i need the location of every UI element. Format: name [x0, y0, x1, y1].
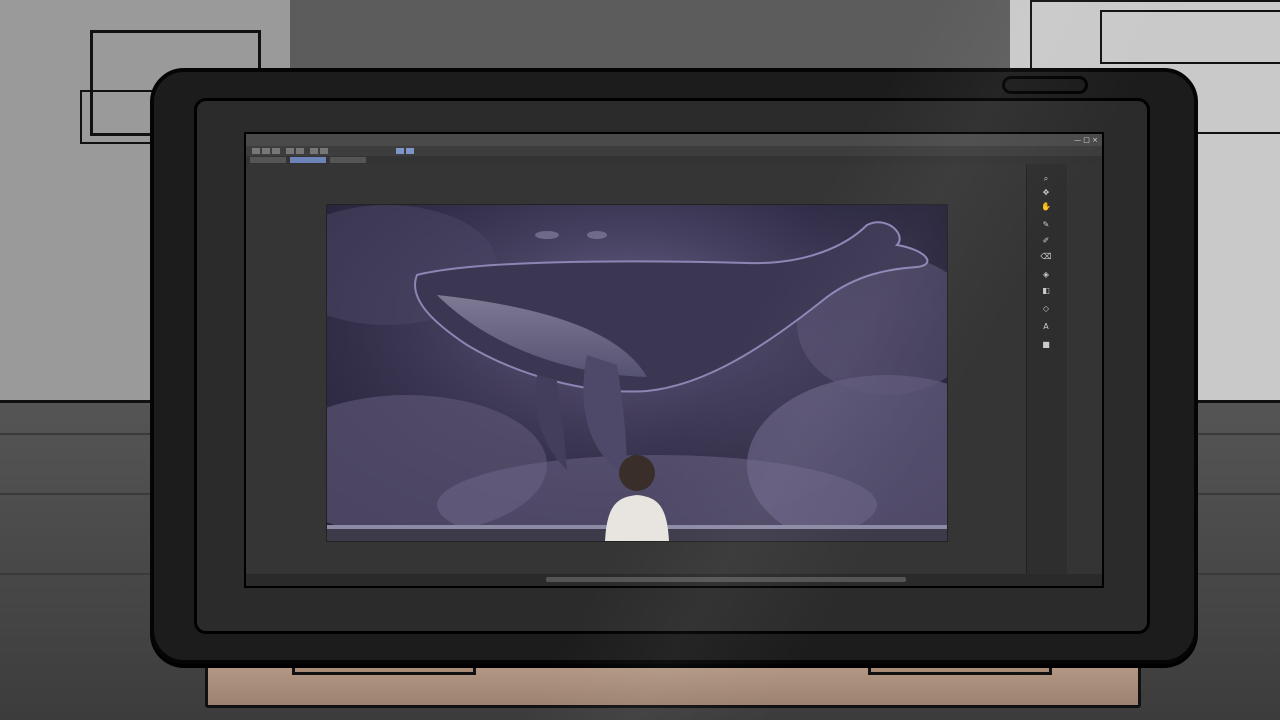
eraser-icon[interactable]: ⌫	[1039, 252, 1053, 262]
transform-icon[interactable]	[320, 148, 328, 154]
brush-icon[interactable]: ✐	[1039, 236, 1053, 246]
window-frame	[290, 0, 1010, 73]
document-tab-strip	[246, 156, 1102, 164]
document-tab-active[interactable]	[290, 157, 326, 163]
pen-display-tablet: — □ × ⌕ ✥ ✋ ✎ ✐ ⌫ ◈ ◧ ◇ A ■	[150, 68, 1198, 664]
app-window: — □ × ⌕ ✥ ✋ ✎ ✐ ⌫ ◈ ◧ ◇ A ■	[244, 132, 1104, 588]
whale-shadow-eye	[587, 231, 607, 239]
title-bar: — □ ×	[246, 134, 1102, 146]
window-controls[interactable]: — □ ×	[1074, 134, 1098, 146]
snap-icon[interactable]	[406, 148, 414, 154]
artwork-canvas[interactable]	[326, 204, 948, 542]
hand-icon[interactable]: ✋	[1039, 202, 1053, 212]
text-icon[interactable]: A	[1039, 322, 1053, 332]
clear-icon[interactable]	[310, 148, 318, 154]
selection-icon[interactable]	[396, 148, 404, 154]
horizontal-scrollbar[interactable]	[546, 577, 906, 582]
child-head	[619, 455, 655, 491]
color-swatch-icon[interactable]: ■	[1039, 340, 1053, 350]
scene: — □ × ⌕ ✥ ✋ ✎ ✐ ⌫ ◈ ◧ ◇ A ■	[0, 0, 1280, 720]
pen-icon[interactable]: ✎	[1039, 220, 1053, 230]
whale-illustration	[327, 205, 947, 541]
whale-shadow-eye	[535, 231, 559, 239]
document-tab[interactable]	[250, 157, 286, 163]
undo-icon[interactable]	[286, 148, 294, 154]
tool-palette: ⌕ ✥ ✋ ✎ ✐ ⌫ ◈ ◧ ◇ A ■	[1026, 164, 1067, 574]
open-file-icon[interactable]	[262, 148, 270, 154]
shelf-right-inner	[1100, 10, 1280, 64]
power-button[interactable]	[1002, 76, 1088, 94]
move-icon[interactable]: ✥	[1039, 188, 1053, 198]
save-icon[interactable]	[272, 148, 280, 154]
status-bar	[246, 574, 1102, 586]
new-file-icon[interactable]	[252, 148, 260, 154]
shape-icon[interactable]: ◇	[1039, 304, 1053, 314]
zoom-icon[interactable]: ⌕	[1039, 174, 1053, 184]
gradient-icon[interactable]: ◧	[1039, 286, 1053, 296]
fill-icon[interactable]: ◈	[1039, 270, 1053, 280]
canvas-workspace[interactable]	[246, 164, 1026, 574]
document-tab[interactable]	[330, 157, 366, 163]
redo-icon[interactable]	[296, 148, 304, 154]
